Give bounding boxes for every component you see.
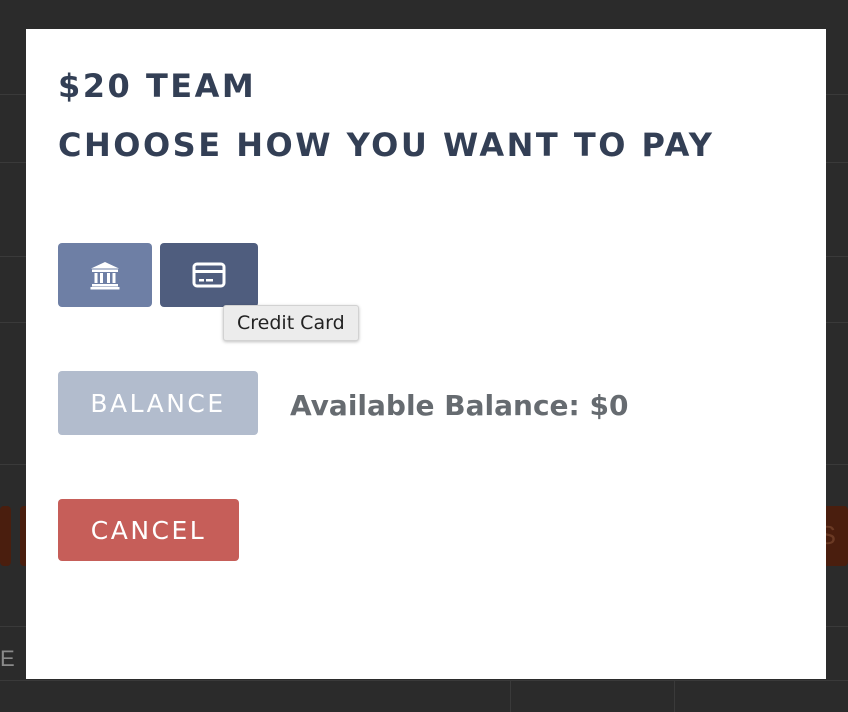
background-divider	[0, 680, 848, 681]
balance-payment-button[interactable]: BALANCE	[58, 371, 258, 435]
bank-icon	[90, 262, 120, 290]
plan-price-title: $20 TEAM	[58, 67, 257, 105]
cancel-button[interactable]: CANCEL	[58, 499, 239, 561]
background-button-left	[0, 506, 11, 566]
background-column-divider	[674, 680, 675, 712]
background-column-divider	[510, 680, 511, 712]
bank-payment-button[interactable]	[58, 243, 152, 307]
choose-payment-heading: CHOOSE HOW YOU WANT TO PAY	[58, 126, 715, 164]
credit-card-payment-button[interactable]	[160, 243, 258, 307]
available-balance-text: Available Balance: $0	[290, 389, 629, 422]
payment-modal: $20 TEAM CHOOSE HOW YOU WANT TO PAY Cred…	[26, 29, 826, 679]
background-text-fragment: E	[0, 646, 15, 671]
credit-card-icon	[192, 262, 226, 288]
credit-card-tooltip: Credit Card	[223, 305, 359, 341]
